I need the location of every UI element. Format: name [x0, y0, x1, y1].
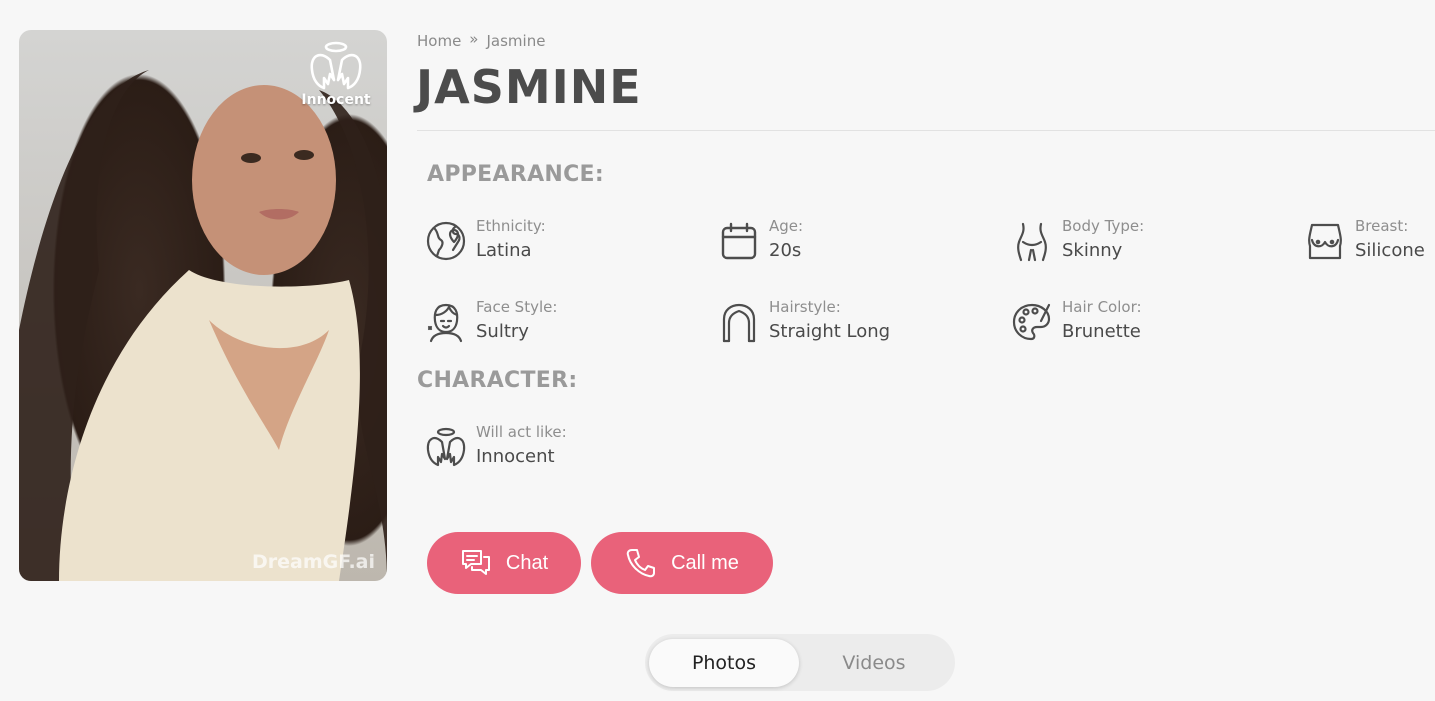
globe-icon: [426, 221, 466, 261]
breast-label: Breast:: [1355, 217, 1409, 235]
face-style-value: Sultry: [476, 321, 529, 342]
breadcrumb-separator: »: [469, 30, 479, 48]
attribute-breast: Breast: Silicone: [1304, 216, 1425, 264]
page-title: JASMINE: [416, 60, 642, 114]
appearance-heading: APPEARANCE:: [427, 162, 604, 187]
attribute-ethnicity: Ethnicity: Latina: [425, 216, 546, 264]
will-act-like-value: Innocent: [476, 446, 555, 467]
hairstyle-label: Hairstyle:: [769, 298, 841, 316]
call-me-button[interactable]: Call me: [591, 532, 773, 594]
attribute-will-act-like: Will act like: Innocent: [425, 422, 567, 470]
attribute-age: Age: 20s: [718, 216, 803, 264]
attribute-hair-color: Hair Color: Brunette: [1011, 297, 1142, 345]
attribute-body-type: Body Type: Skinny: [1011, 216, 1144, 264]
chat-button[interactable]: Chat: [427, 532, 581, 594]
angel-icon: [426, 427, 466, 467]
hair-color-value: Brunette: [1062, 321, 1141, 342]
breadcrumb-current: Jasmine: [486, 32, 546, 50]
breast-icon: [1308, 223, 1342, 260]
hairstyle-icon: [722, 303, 756, 343]
tab-photos[interactable]: Photos: [649, 638, 799, 687]
body-type-label: Body Type:: [1062, 217, 1145, 235]
breadcrumb-home-link[interactable]: Home: [417, 32, 461, 50]
hairstyle-value: Straight Long: [769, 321, 891, 342]
watermark: DreamGF.ai: [252, 551, 375, 573]
attribute-face-style: Face Style: Sultry: [425, 297, 557, 345]
breadcrumb: Home » Jasmine: [417, 30, 546, 50]
will-act-like-label: Will act like:: [476, 423, 567, 441]
face-style-label: Face Style:: [476, 298, 558, 316]
title-divider: [417, 130, 1435, 131]
angel-wings-icon: [310, 41, 362, 90]
calendar-icon: [721, 222, 757, 260]
ethnicity-label: Ethnicity:: [476, 217, 546, 235]
face-icon: [427, 303, 463, 343]
attribute-hairstyle: Hairstyle: Straight Long: [718, 297, 890, 345]
character-profile-page: Innocent DreamGF.ai Home » Jasmine JASMI…: [0, 0, 1435, 701]
palette-icon: [1012, 303, 1051, 341]
profile-photo: Innocent DreamGF.ai: [19, 30, 387, 581]
media-tabs: Photos Videos: [645, 634, 955, 691]
badge-label: Innocent: [301, 92, 371, 108]
body-type-value: Skinny: [1062, 240, 1123, 261]
chat-icon: [461, 550, 490, 575]
personality-badge: Innocent: [297, 40, 375, 108]
ethnicity-value: Latina: [476, 240, 532, 261]
tab-videos[interactable]: Videos: [799, 639, 949, 687]
age-label: Age:: [769, 217, 804, 235]
chat-button-label: Chat: [505, 551, 549, 574]
age-value: 20s: [769, 240, 802, 261]
profile-photo-figure: [19, 70, 387, 581]
character-heading: CHARACTER:: [417, 368, 578, 393]
body-icon: [1017, 222, 1047, 262]
phone-icon: [626, 549, 656, 578]
hair-color-label: Hair Color:: [1062, 298, 1142, 316]
call-me-button-label: Call me: [671, 551, 739, 574]
breast-value: Silicone: [1355, 240, 1425, 261]
